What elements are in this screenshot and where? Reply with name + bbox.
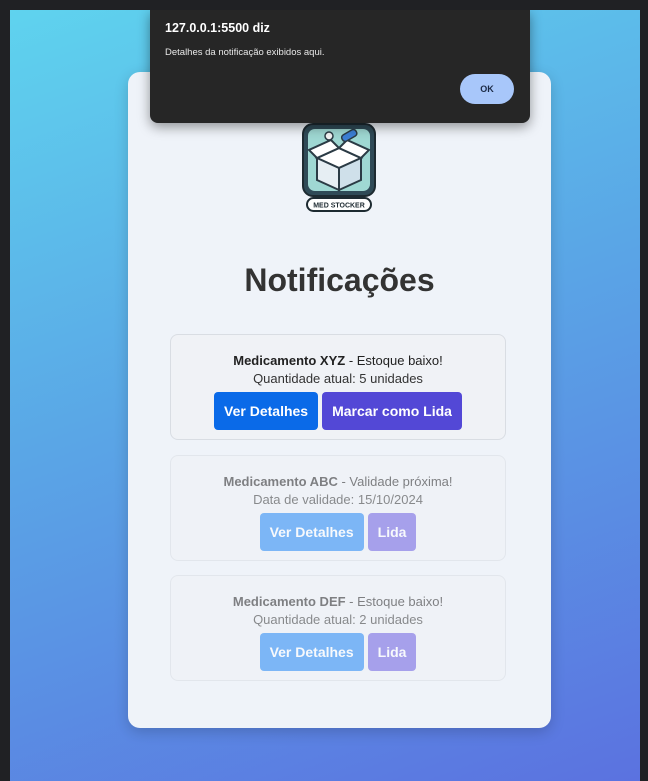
notification-heading: Medicamento DEF - Estoque baixo! bbox=[171, 594, 505, 609]
logo-text: MED STOCKER bbox=[313, 203, 365, 210]
view-details-button[interactable]: Ver Detalhes bbox=[214, 392, 319, 430]
notification-status: - Estoque baixo! bbox=[345, 353, 443, 368]
notification-detail: Quantidade atual: 2 unidades bbox=[253, 612, 423, 627]
browser-viewport: MED STOCKER Notificações Medicamento XYZ… bbox=[10, 10, 640, 781]
page-title: Notificações bbox=[244, 262, 435, 298]
medicine-box-icon: MED STOCKER bbox=[302, 123, 376, 212]
medicine-name: Medicamento XYZ bbox=[233, 353, 346, 368]
view-details-button[interactable]: Ver Detalhes bbox=[259, 633, 364, 671]
view-details-button[interactable]: Ver Detalhes bbox=[259, 513, 364, 551]
notification-status: - Estoque baixo! bbox=[345, 594, 444, 609]
notification-heading: Medicamento ABC - Validade próxima! bbox=[171, 474, 505, 489]
dialog-host: 127.0.0.1:5500 diz bbox=[165, 21, 270, 35]
med-stocker-logo: MED STOCKER bbox=[299, 122, 379, 212]
read-button[interactable]: Lida bbox=[367, 633, 417, 671]
mark-as-read-button[interactable]: Marcar como Lida bbox=[322, 392, 462, 430]
notification-item: Medicamento XYZ - Estoque baixo! Quantid… bbox=[170, 334, 506, 440]
notifications-card: MED STOCKER Notificações Medicamento XYZ… bbox=[128, 72, 551, 728]
dialog-message: Detalhes da notificação exibidos aqui. bbox=[165, 47, 325, 58]
notification-item: Medicamento DEF - Estoque baixo! Quantid… bbox=[170, 575, 506, 681]
notification-detail: Quantidade atual: 5 unidades bbox=[253, 371, 423, 386]
medicine-name: Medicamento DEF bbox=[232, 594, 346, 609]
notification-detail: Data de validade: 15/10/2024 bbox=[253, 492, 423, 507]
notification-status: - Validade próxima! bbox=[337, 474, 453, 489]
alert-dialog: 127.0.0.1:5500 diz Detalhes da notificaç… bbox=[150, 10, 530, 123]
notification-heading: Medicamento XYZ - Estoque baixo! bbox=[171, 353, 505, 368]
medicine-name: Medicamento ABC bbox=[223, 474, 338, 489]
ok-button[interactable]: OK bbox=[460, 74, 514, 104]
read-button[interactable]: Lida bbox=[367, 513, 417, 551]
notification-item: Medicamento ABC - Validade próxima! Data… bbox=[170, 455, 506, 561]
